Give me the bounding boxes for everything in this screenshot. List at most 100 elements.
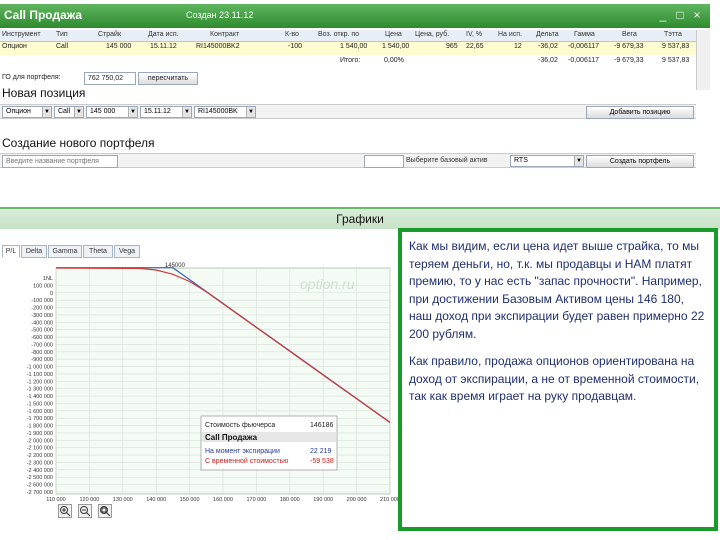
tooltip-row-expiry-value: 22 219 [310, 448, 332, 455]
col-instrument[interactable]: Инструмент [2, 31, 41, 38]
col-open-price[interactable]: Воз. откр. по [318, 31, 359, 38]
zoom-controls [58, 504, 118, 518]
row-price: 1 540,00 [382, 43, 410, 50]
col-theta[interactable]: Тэтта [664, 31, 682, 38]
y-tick-label: 0 [50, 291, 53, 297]
grid-totals-row: Итого: 0,00% -36,02 -0,006117 -9 679,33 … [0, 56, 696, 68]
base-asset-select[interactable]: RTS ▼ [510, 155, 584, 167]
tooltip-row-expiry-label: На момент экспирации [205, 448, 280, 455]
y-tick-label: -100 000 [31, 298, 53, 304]
watermark: option.ru [300, 276, 355, 292]
x-tick-label: 210 000 [380, 497, 400, 503]
total-vega: -9 679,33 [614, 57, 644, 64]
portfolio-name-input[interactable] [2, 155, 118, 168]
y-tick-label: -1 000 000 [27, 365, 53, 371]
chevron-down-icon: ▼ [246, 107, 255, 117]
total-percent: 0,00% [384, 57, 404, 64]
y-tick-label: -1 400 000 [27, 394, 53, 400]
screen: Call Продажа Создан 23.11.12 _ □ × Инстр… [0, 0, 720, 540]
portfolio-titlebar: Call Продажа Создан 23.11.12 _ □ × [0, 4, 710, 28]
new-position-bar: Опцион ▼ Call ▼ 145 000 ▼ 15.11.12 ▼ RI14500… [0, 104, 696, 119]
row-strike: 145 000 [106, 43, 132, 50]
instrument-type-select[interactable]: Опцион ▼ [2, 106, 52, 118]
total-label: Итого: [340, 57, 361, 64]
y-tick-label: -1 700 000 [27, 416, 53, 422]
y-tick-labels: 1NL100 000 0-100 000 -200 000-300 000-400 … [27, 276, 53, 496]
y-tick-label: -1 300 000 [27, 387, 53, 393]
y-tick-label: -900 000 [31, 357, 53, 363]
col-iv[interactable]: IV, % [466, 31, 482, 38]
tab-theta[interactable]: Theta [83, 245, 113, 258]
col-price-rub[interactable]: Цена, руб. [415, 31, 449, 38]
y-tick-label: -800 000 [31, 350, 53, 356]
chevron-down-icon: ▼ [128, 107, 137, 117]
charts-title: Графики [336, 212, 384, 226]
portfolio-name-extra[interactable] [364, 155, 404, 168]
y-tick-label: -2 400 000 [27, 468, 53, 474]
zoom-reset-icon[interactable] [98, 504, 112, 518]
contract-select[interactable]: RI145000BK ▼ [194, 106, 256, 118]
y-tick-label: -1 200 000 [27, 379, 53, 385]
tooltip-row-time-label: С временной стоимостью [205, 457, 288, 465]
created-date: Создан 23.11.12 [186, 10, 254, 20]
col-type[interactable]: Тип [56, 31, 68, 38]
zoom-in-icon[interactable] [58, 504, 72, 518]
table-row[interactable]: Опцион Call 145 000 15.11.12 RI145000BK2… [0, 42, 696, 55]
col-vega[interactable]: Вега [622, 31, 637, 38]
instrument-type-value: Опцион [6, 108, 31, 115]
y-tick-label: -300 000 [31, 313, 53, 319]
col-delta[interactable]: Дельта [536, 31, 559, 38]
x-tick-labels: 110 000 120 000 130 000 140 000 150 000 160 0… [46, 497, 400, 503]
y-tick-label: -2 100 000 [27, 446, 53, 452]
new-position-heading: Новая позиция [2, 86, 86, 100]
tooltip-title: Call Продажа [205, 433, 258, 442]
tab-vega[interactable]: Vega [114, 245, 140, 258]
tab-delta[interactable]: Delta [21, 245, 47, 258]
explanation-panel: Как мы видим, если цена идет выше страйк… [398, 228, 718, 531]
add-position-button[interactable]: Добавить позицию [586, 106, 694, 119]
col-strike[interactable]: Страйк [98, 31, 121, 38]
row-iv: 22,65 [466, 43, 484, 50]
y-tick-label: -2 000 000 [27, 438, 53, 444]
y-tick-label: -700 000 [31, 342, 53, 348]
y-tick-label: -1 100 000 [27, 372, 53, 378]
row-open-price: 1 540,00 [340, 43, 368, 50]
charts-header: Графики [0, 207, 720, 229]
go-portfolio-row: ГО для портфеля: 762 750,02 пересчитать [0, 72, 230, 86]
y-tick-label: -600 000 [31, 335, 53, 341]
contract-value: RI145000BK [198, 108, 238, 115]
grid-scrollbar[interactable] [696, 30, 710, 90]
maximize-icon[interactable]: □ [673, 8, 687, 22]
tab-pl[interactable]: P/L [2, 245, 20, 258]
tooltip-value: 146186 [310, 422, 333, 429]
recalculate-button[interactable]: пересчитать [138, 72, 198, 85]
tab-gamma[interactable]: Gamma [48, 245, 82, 258]
x-tick-label: 150 000 [180, 497, 200, 503]
pl-chart[interactable]: option.ru 1NL100 000 0-100 000 -200 000-30… [0, 259, 400, 503]
explanation-paragraph-2: Как правило, продажа опционов ориентиров… [409, 354, 700, 403]
col-price[interactable]: Цена [385, 31, 402, 38]
col-to-exp[interactable]: На исп. [498, 31, 522, 38]
option-kind-select[interactable]: Call ▼ [54, 106, 84, 118]
col-gamma[interactable]: Гамма [574, 31, 595, 38]
minimize-icon[interactable]: _ [656, 8, 670, 22]
explanation-paragraph-1: Как мы видим, если цена идет выше страйк… [409, 239, 705, 341]
zoom-out-icon[interactable] [78, 504, 92, 518]
row-price-rub: 965 [446, 43, 458, 50]
strike-select[interactable]: 145 000 ▼ [86, 106, 138, 118]
base-asset-label: Выберите базовый актив [406, 157, 488, 164]
exp-date-select[interactable]: 15.11.12 ▼ [140, 106, 192, 118]
row-instrument: Опцион [2, 43, 27, 50]
chart-tooltip: Стоимость фьючерса 146186 Call Продажа Н… [200, 415, 338, 471]
close-icon[interactable]: × [690, 8, 704, 22]
exp-date-value: 15.11.12 [144, 108, 171, 115]
chevron-down-icon: ▼ [42, 107, 51, 117]
create-portfolio-button[interactable]: Создать портфель [586, 155, 694, 168]
strike-marker-label: 145000 [165, 263, 186, 269]
y-tick-label: -1 600 000 [27, 409, 53, 415]
col-contract[interactable]: Контракт [210, 31, 239, 38]
y-tick-label: -2 300 000 [27, 460, 53, 466]
col-exp-date[interactable]: Дата исп. [148, 31, 179, 38]
col-qty[interactable]: К-во [285, 31, 299, 38]
strike-value: 145 000 [90, 108, 116, 115]
